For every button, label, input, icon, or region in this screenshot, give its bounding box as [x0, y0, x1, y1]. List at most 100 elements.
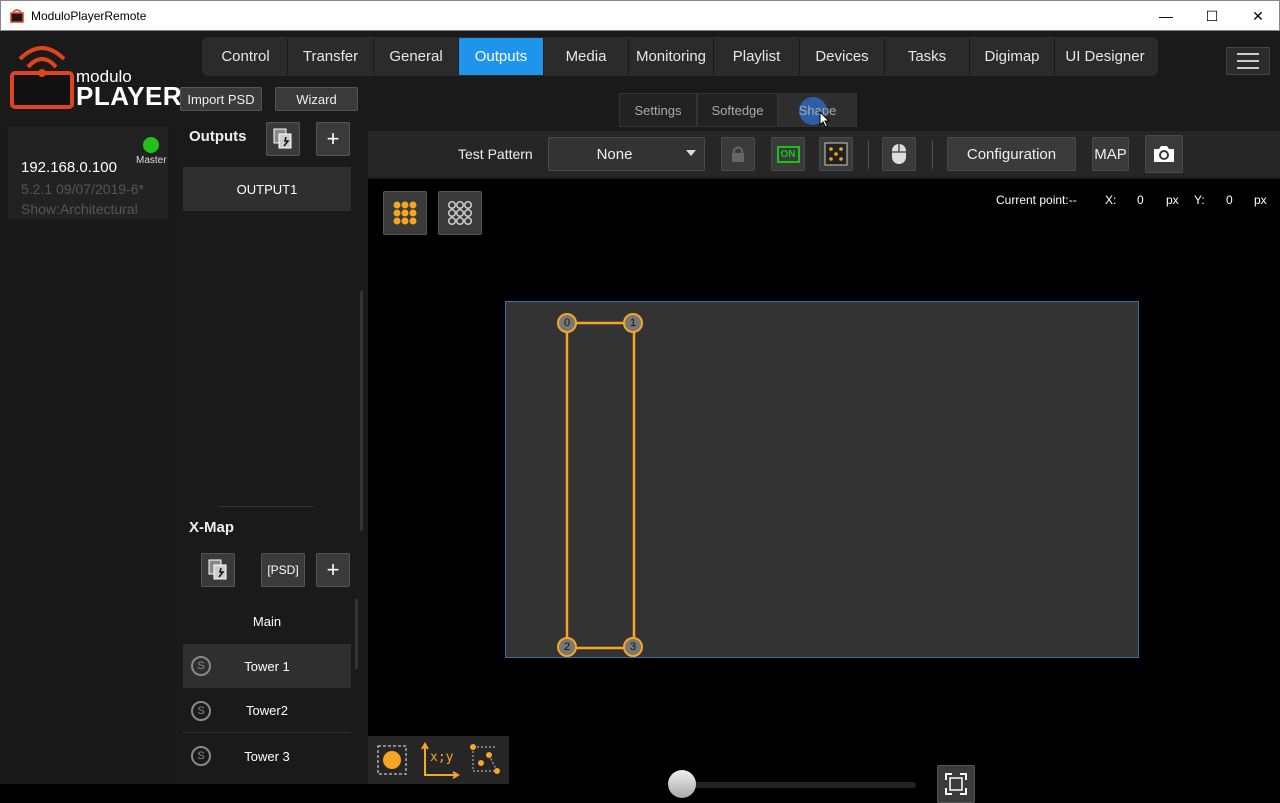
window-title: ModuloPlayerRemote [31, 9, 147, 23]
mouse-button[interactable] [882, 137, 916, 171]
wizard-button[interactable]: Wizard [275, 87, 358, 111]
tab-digimap[interactable]: Digimap [970, 38, 1055, 75]
points-grid-icon [824, 142, 848, 166]
lock-button[interactable] [721, 137, 755, 171]
tab-ui-designer[interactable]: UI Designer [1055, 38, 1155, 75]
tab-tasks[interactable]: Tasks [885, 38, 970, 75]
on-toggle-button[interactable]: ON [771, 137, 805, 171]
subtab-shape[interactable]: Shape [778, 93, 857, 128]
scrollbar[interactable] [360, 291, 363, 531]
device-list: Master 192.168.0.100 5.2.1 09/07/2019-6*… [0, 127, 170, 784]
scrollbar[interactable] [355, 599, 358, 669]
modulo-player-logo: modulo PLAYER [10, 39, 182, 111]
snapshot-button[interactable] [1145, 135, 1183, 173]
xmap-item-label: Tower 3 [244, 748, 290, 764]
plus-icon: + [326, 557, 340, 582]
toolbar-divider [868, 141, 869, 169]
shape-point[interactable]: 2 [557, 637, 577, 657]
outputs-title: Outputs [189, 128, 247, 145]
xy-label: x;y [430, 750, 454, 765]
shape-nodes-icon [470, 744, 500, 774]
xmap-item[interactable]: S Tower 1 [183, 644, 351, 688]
fit-screen-icon [945, 773, 967, 795]
close-window-button[interactable]: ✕ [1235, 1, 1280, 31]
device-version: 5.2.1 09/07/2019-6* [21, 181, 144, 197]
output-surface[interactable]: 0 1 2 3 [505, 301, 1139, 658]
x-value: 0 [1137, 193, 1144, 207]
test-pattern-select[interactable]: None [548, 137, 705, 171]
edit-mode-tools: x;y [368, 736, 509, 784]
filled-points-button[interactable] [383, 191, 427, 235]
outline-dots-grid-icon [447, 200, 473, 226]
shape-edit-tool[interactable] [467, 741, 505, 779]
shape-canvas[interactable]: Current point:-- X: 0 px Y: 0 px 0 1 2 3 [368, 179, 1280, 803]
tab-general[interactable]: General [374, 38, 459, 75]
app-icon [10, 9, 24, 23]
menu-icon[interactable] [1226, 47, 1270, 75]
zoom-slider-handle[interactable] [668, 770, 696, 798]
x-unit: px [1166, 193, 1179, 207]
subtab-settings[interactable]: Settings [619, 93, 697, 127]
on-label: ON [776, 145, 800, 163]
duplicate-xmap-button[interactable] [201, 553, 235, 587]
shape-point[interactable]: 3 [623, 637, 643, 657]
fit-to-screen-button[interactable] [937, 765, 975, 803]
import-psd-button[interactable]: Import PSD [180, 87, 262, 111]
tab-playlist[interactable]: Playlist [714, 38, 800, 75]
import-psd-xmap-button[interactable]: [PSD] [261, 553, 305, 587]
s-badge-icon: S [191, 701, 211, 721]
logo-icon [10, 46, 74, 109]
test-pattern-value: None [596, 145, 633, 163]
shape-point[interactable]: 1 [623, 313, 643, 333]
xmap-item[interactable]: S Tower2 [183, 689, 351, 733]
tab-devices[interactable]: Devices [800, 38, 885, 75]
outline-points-button[interactable] [438, 191, 482, 235]
device-role: Master [136, 155, 167, 166]
maximize-button[interactable]: ☐ [1189, 1, 1235, 31]
mouse-cursor-icon [819, 111, 831, 128]
outputs-subtab-bar: Settings Softedge Shape [619, 93, 857, 128]
tab-media[interactable]: Media [544, 38, 629, 75]
main-tab-bar: Control Transfer General Outputs Media M… [202, 37, 1158, 76]
tab-transfer[interactable]: Transfer [288, 38, 374, 75]
current-point-label: Current point:-- [996, 193, 1077, 207]
device-show: Show:Architectural [21, 201, 138, 217]
select-point-icon [377, 745, 407, 775]
shape-point[interactable]: 0 [557, 313, 577, 333]
xmap-item[interactable]: S Tower 3 [183, 734, 351, 778]
outputs-panel: Outputs + OUTPUT1 X-Map [PSD] + Main S T… [178, 121, 363, 784]
tab-monitoring[interactable]: Monitoring [629, 38, 714, 75]
duplicate-output-button[interactable] [266, 122, 300, 156]
y-unit: px [1254, 193, 1267, 207]
lock-icon [732, 146, 744, 162]
device-card[interactable]: Master 192.168.0.100 5.2.1 09/07/2019-6*… [8, 127, 168, 219]
s-badge-icon: S [191, 656, 211, 676]
tab-control[interactable]: Control [204, 38, 288, 75]
xy-coordinates-tool[interactable]: x;y [420, 740, 460, 780]
add-output-button[interactable]: + [316, 122, 350, 156]
zoom-slider-track[interactable] [678, 782, 916, 788]
duplicate-icon [208, 559, 227, 580]
duplicate-icon [273, 128, 292, 149]
subtab-softedge[interactable]: Softedge [697, 93, 778, 127]
x-label: X: [1105, 193, 1117, 207]
y-value: 0 [1226, 193, 1233, 207]
plus-icon: + [326, 126, 340, 151]
device-ip: 192.168.0.100 [21, 159, 117, 176]
window-titlebar: ModuloPlayerRemote — ☐ ✕ [0, 0, 1280, 31]
toolbar-divider [932, 141, 933, 169]
app-body: modulo PLAYER Import PSD Wizard Control … [0, 31, 1280, 803]
points-button[interactable] [819, 137, 853, 171]
output-toolbar: Test Pattern None ON Configuration MAP [368, 131, 1280, 177]
output-item[interactable]: OUTPUT1 [183, 167, 351, 211]
configuration-button[interactable]: Configuration [947, 137, 1076, 171]
minimize-button[interactable]: — [1143, 1, 1189, 31]
s-badge-icon: S [191, 746, 211, 766]
map-button[interactable]: MAP [1092, 137, 1129, 171]
tab-outputs[interactable]: Outputs [459, 38, 544, 75]
select-point-tool[interactable] [374, 742, 410, 778]
camera-icon [1154, 146, 1174, 162]
add-xmap-button[interactable]: + [316, 553, 350, 587]
xmap-item-label: Tower 1 [244, 658, 290, 674]
chevron-down-icon [686, 150, 696, 156]
